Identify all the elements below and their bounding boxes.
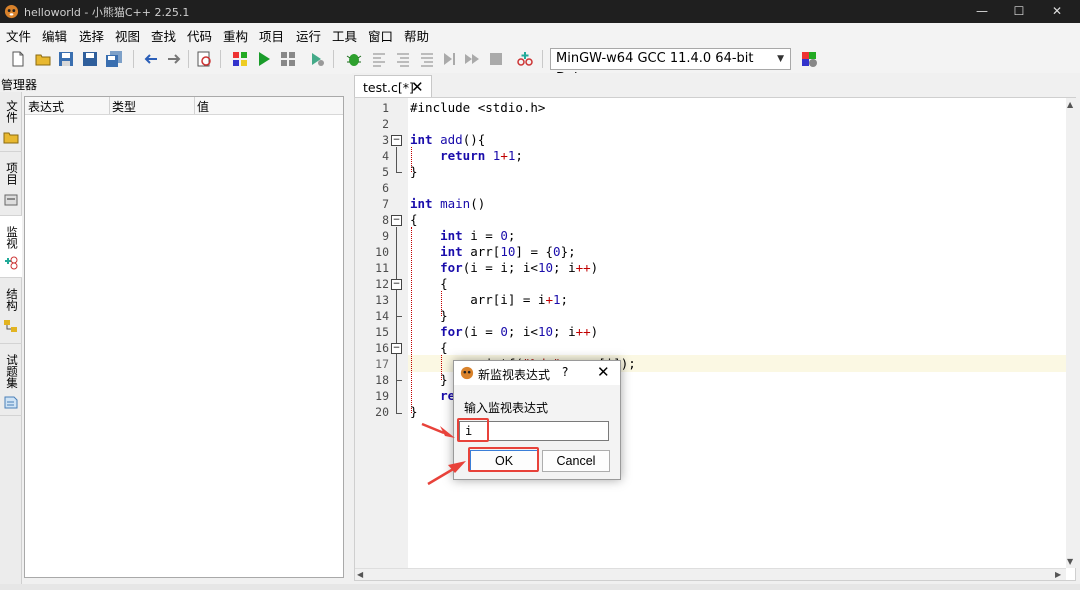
annotation-arrows	[421, 422, 466, 486]
annotation-arrow-input	[421, 422, 455, 438]
annotation-arrow-ok	[427, 461, 466, 486]
